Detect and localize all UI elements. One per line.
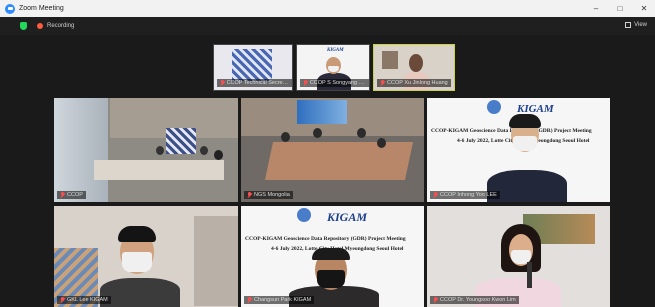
- person-head: [156, 146, 164, 155]
- conference-table: [94, 160, 224, 180]
- shield-icon[interactable]: [20, 22, 27, 30]
- person-head: [200, 146, 208, 155]
- person-head: [281, 132, 290, 142]
- globe-icon: [297, 208, 311, 222]
- close-button[interactable]: ✕: [639, 4, 649, 13]
- participant-video[interactable]: KIGAM CCOP-KIGAM Geoscience Data Reposit…: [241, 206, 424, 307]
- participant-video[interactable]: CCOP: [54, 98, 238, 202]
- window-title: Zoom Meeting: [19, 5, 64, 12]
- participant-namebar: CCOP Dr. Youngsoo Kwon Lim: [430, 296, 519, 304]
- kigam-logo: KIGAM: [327, 210, 368, 224]
- participant-namebar: CCOP Inhong Yoo LEE: [430, 191, 500, 199]
- face-mask: [122, 252, 152, 272]
- globe-icon: [487, 100, 501, 114]
- person-head: [409, 54, 423, 72]
- person: [100, 278, 180, 307]
- pattern-image: [232, 49, 272, 81]
- maximize-button[interactable]: □: [615, 4, 625, 13]
- participant-name: NGS Mongolia: [254, 192, 290, 198]
- participant-name: CCOP Dr. Youngsoo Kwon Lim: [440, 297, 516, 303]
- participant-namebar: CCOP Technical Secretariat: [217, 79, 292, 87]
- hair: [509, 114, 541, 128]
- participant-namebar: CCOP Xu Jinlong Huang: [377, 79, 451, 87]
- face-mask: [513, 136, 537, 151]
- participant-namebar: CCOP S Songyang Kim: [300, 79, 369, 87]
- mic-muted-icon: [433, 192, 438, 198]
- pattern-screen: [166, 128, 196, 154]
- participant-name: CCOP Xu Jinlong Huang: [387, 80, 448, 86]
- slide-line-1: CCOP-KIGAM Geoscience Data Repository (G…: [245, 236, 406, 242]
- microphone: [527, 262, 532, 288]
- cap: [312, 248, 350, 260]
- map-screen: [297, 100, 347, 124]
- thumbnail-video-active-speaker[interactable]: CCOP Xu Jinlong Huang: [373, 44, 455, 91]
- mic-muted-icon: [380, 80, 385, 86]
- participant-name: GKL Lee KIGAM: [67, 297, 108, 303]
- mic-muted-icon: [247, 297, 252, 303]
- view-label: View: [634, 22, 647, 28]
- person-head: [377, 138, 386, 148]
- mic-muted-icon: [60, 297, 65, 303]
- record-icon[interactable]: [37, 23, 43, 29]
- participant-video[interactable]: NGS Mongolia: [241, 98, 424, 202]
- zoom-icon: [5, 3, 15, 14]
- cabinet: [194, 216, 238, 306]
- participant-namebar: CCOP: [57, 191, 86, 199]
- participant-name: CCOP Inhong Yoo LEE: [440, 192, 497, 198]
- thumbnail-video[interactable]: CCOP Technical Secretariat: [213, 44, 293, 91]
- hair: [118, 226, 156, 242]
- minimize-button[interactable]: –: [591, 4, 601, 13]
- mic-muted-icon: [433, 297, 438, 303]
- participant-name: CCOP S Songyang Kim: [309, 80, 367, 86]
- participant-namebar: NGS Mongolia: [244, 191, 293, 199]
- person-head: [214, 150, 223, 160]
- face-mask: [317, 270, 345, 288]
- mic-muted-icon: [247, 192, 252, 198]
- participant-video[interactable]: GKL Lee KIGAM: [54, 206, 238, 307]
- wall-art: [382, 51, 398, 69]
- participant-name: CCOP: [67, 192, 83, 198]
- mic-muted-icon: [60, 192, 65, 198]
- conference-table: [264, 142, 414, 180]
- view-grid-icon: [625, 22, 632, 28]
- participant-video[interactable]: CCOP Dr. Youngsoo Kwon Lim: [427, 206, 610, 307]
- meeting-info-bar: Recording View: [0, 17, 655, 35]
- window-controls: – □ ✕: [591, 0, 649, 17]
- participant-name: CCOP Technical Secretariat: [226, 80, 289, 86]
- person-head: [313, 128, 322, 138]
- window-bright: [54, 98, 108, 202]
- kigam-logo: KIGAM: [327, 48, 344, 53]
- mic-muted-icon: [220, 80, 225, 86]
- participant-name: Changsun Park KIGAM: [254, 297, 312, 303]
- person-head: [357, 128, 366, 138]
- mic-muted-icon: [303, 80, 308, 86]
- thumbnail-video[interactable]: KIGAM CCOP S Songyang Kim: [296, 44, 370, 91]
- participant-namebar: GKL Lee KIGAM: [57, 296, 111, 304]
- recording-label: Recording: [47, 23, 75, 29]
- participant-namebar: Changsun Park KIGAM: [244, 296, 315, 304]
- participant-video[interactable]: KIGAM CCOP-KIGAM Geoscience Data Reposit…: [427, 98, 610, 202]
- window-titlebar: Zoom Meeting – □ ✕: [0, 0, 655, 17]
- view-button[interactable]: View: [625, 22, 647, 28]
